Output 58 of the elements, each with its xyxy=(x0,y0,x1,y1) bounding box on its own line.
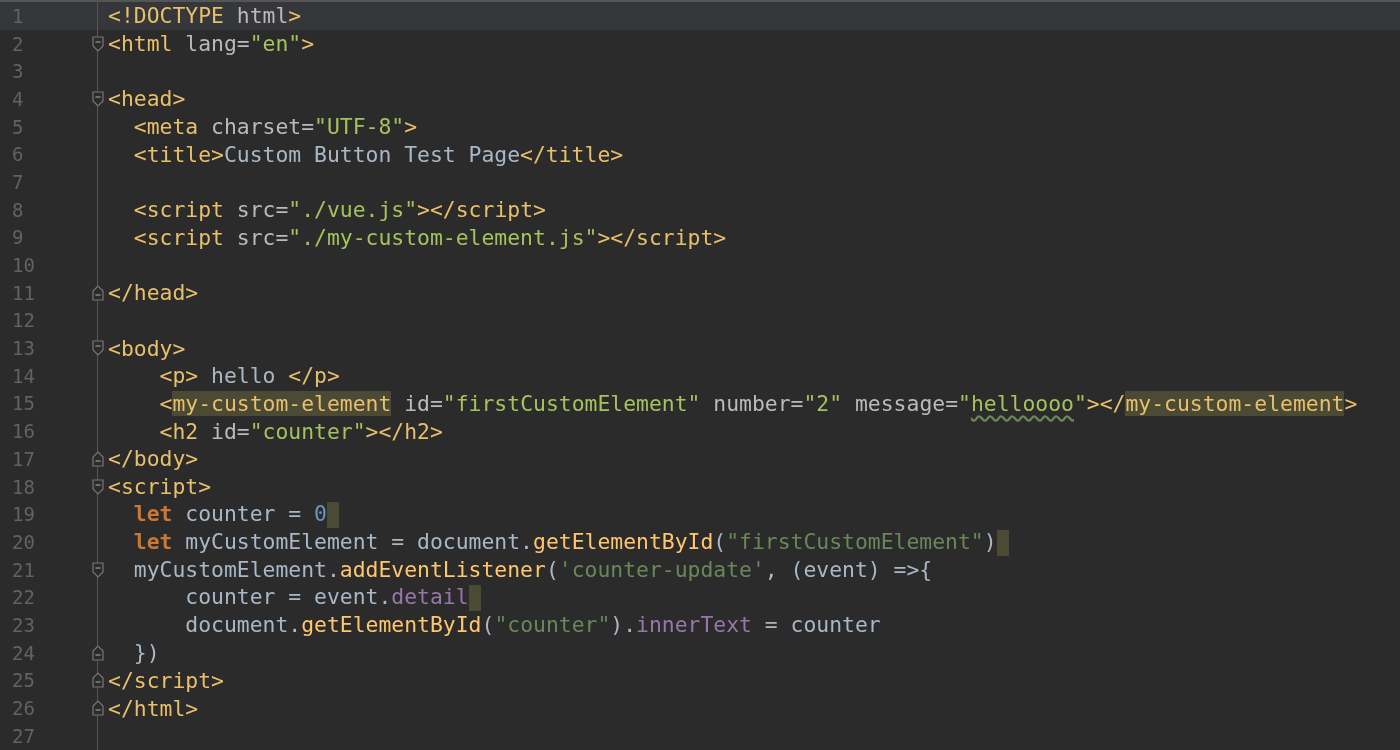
fold-marker-icon[interactable] xyxy=(92,672,104,689)
line-number: 18 xyxy=(11,475,36,498)
code-line: </script> xyxy=(108,666,224,694)
fold-marker-icon[interactable] xyxy=(92,35,104,52)
code-line: <my-custom-element id="firstCustomElement" number="2" message="helloooo"></my-custom-element> xyxy=(158,389,1358,417)
code-line: <h2 id="counter"></h2> xyxy=(158,417,443,445)
line-number: 5 xyxy=(11,115,25,138)
line-number: 2 xyxy=(11,32,25,55)
line-number: 20 xyxy=(11,530,36,553)
fold-marker-icon[interactable] xyxy=(92,340,104,357)
line-number: 3 xyxy=(11,60,25,83)
line-number: 16 xyxy=(11,420,36,443)
line-number: 17 xyxy=(11,447,36,470)
fold-marker-icon[interactable] xyxy=(92,90,104,107)
code-line: document.getElementById("counter").innerText = counter xyxy=(184,611,881,639)
code-line: <script src="./vue.js"></script> xyxy=(132,196,546,224)
code-line: }) xyxy=(132,639,160,667)
fold-marker-icon[interactable] xyxy=(92,450,104,467)
code-line: <body> xyxy=(108,334,186,362)
code-line: <script src="./my-custom-element.js"></script> xyxy=(132,223,727,251)
code-line: <script> xyxy=(108,473,212,501)
line-number: 11 xyxy=(11,281,36,304)
code-line: counter = event.detail xyxy=(108,583,481,612)
fold-marker-icon[interactable] xyxy=(92,478,104,495)
line-number: 14 xyxy=(11,364,36,387)
fold-marker-icon[interactable] xyxy=(92,284,104,301)
line-number: 19 xyxy=(11,503,36,526)
line-number: 27 xyxy=(11,724,36,747)
code-line: myCustomElement.addEventListener('counter-update', (event) =>{ xyxy=(132,556,933,584)
line-number: 9 xyxy=(11,226,25,249)
fold-marker-icon[interactable] xyxy=(92,644,104,661)
line-number: 21 xyxy=(11,558,36,581)
code-line: </html> xyxy=(108,694,199,722)
line-number: 4 xyxy=(11,87,25,110)
line-number: 22 xyxy=(11,586,36,609)
code-line: let myCustomElement = document.getElementById("firstCustomElement") xyxy=(108,527,1009,556)
code-line: <!DOCTYPE html> xyxy=(108,2,302,30)
code-line: <title>Custom Button Test Page</title> xyxy=(132,140,624,168)
line-number: 8 xyxy=(11,198,25,221)
code-line: <meta charset="UTF-8"> xyxy=(132,113,418,141)
fold-marker-icon[interactable] xyxy=(92,700,104,717)
code-line: </body> xyxy=(108,445,199,473)
line-number: 7 xyxy=(11,170,25,193)
code-line: <p> hello </p> xyxy=(158,362,340,390)
line-number: 13 xyxy=(11,337,36,360)
line-number: 6 xyxy=(11,143,25,166)
line-number: 23 xyxy=(11,613,36,636)
line-number: 12 xyxy=(11,309,36,332)
line-number: 25 xyxy=(11,669,36,692)
line-number: 24 xyxy=(11,641,36,664)
line-number: 10 xyxy=(11,254,36,277)
code-line: </head> xyxy=(108,279,199,307)
code-line: <html lang="en"> xyxy=(108,30,315,58)
code-line: let counter = 0 xyxy=(108,500,339,529)
fold-marker-icon[interactable] xyxy=(92,561,104,578)
line-number: 15 xyxy=(11,392,36,415)
line-number: 26 xyxy=(11,697,36,720)
code-line: <head> xyxy=(108,85,186,113)
